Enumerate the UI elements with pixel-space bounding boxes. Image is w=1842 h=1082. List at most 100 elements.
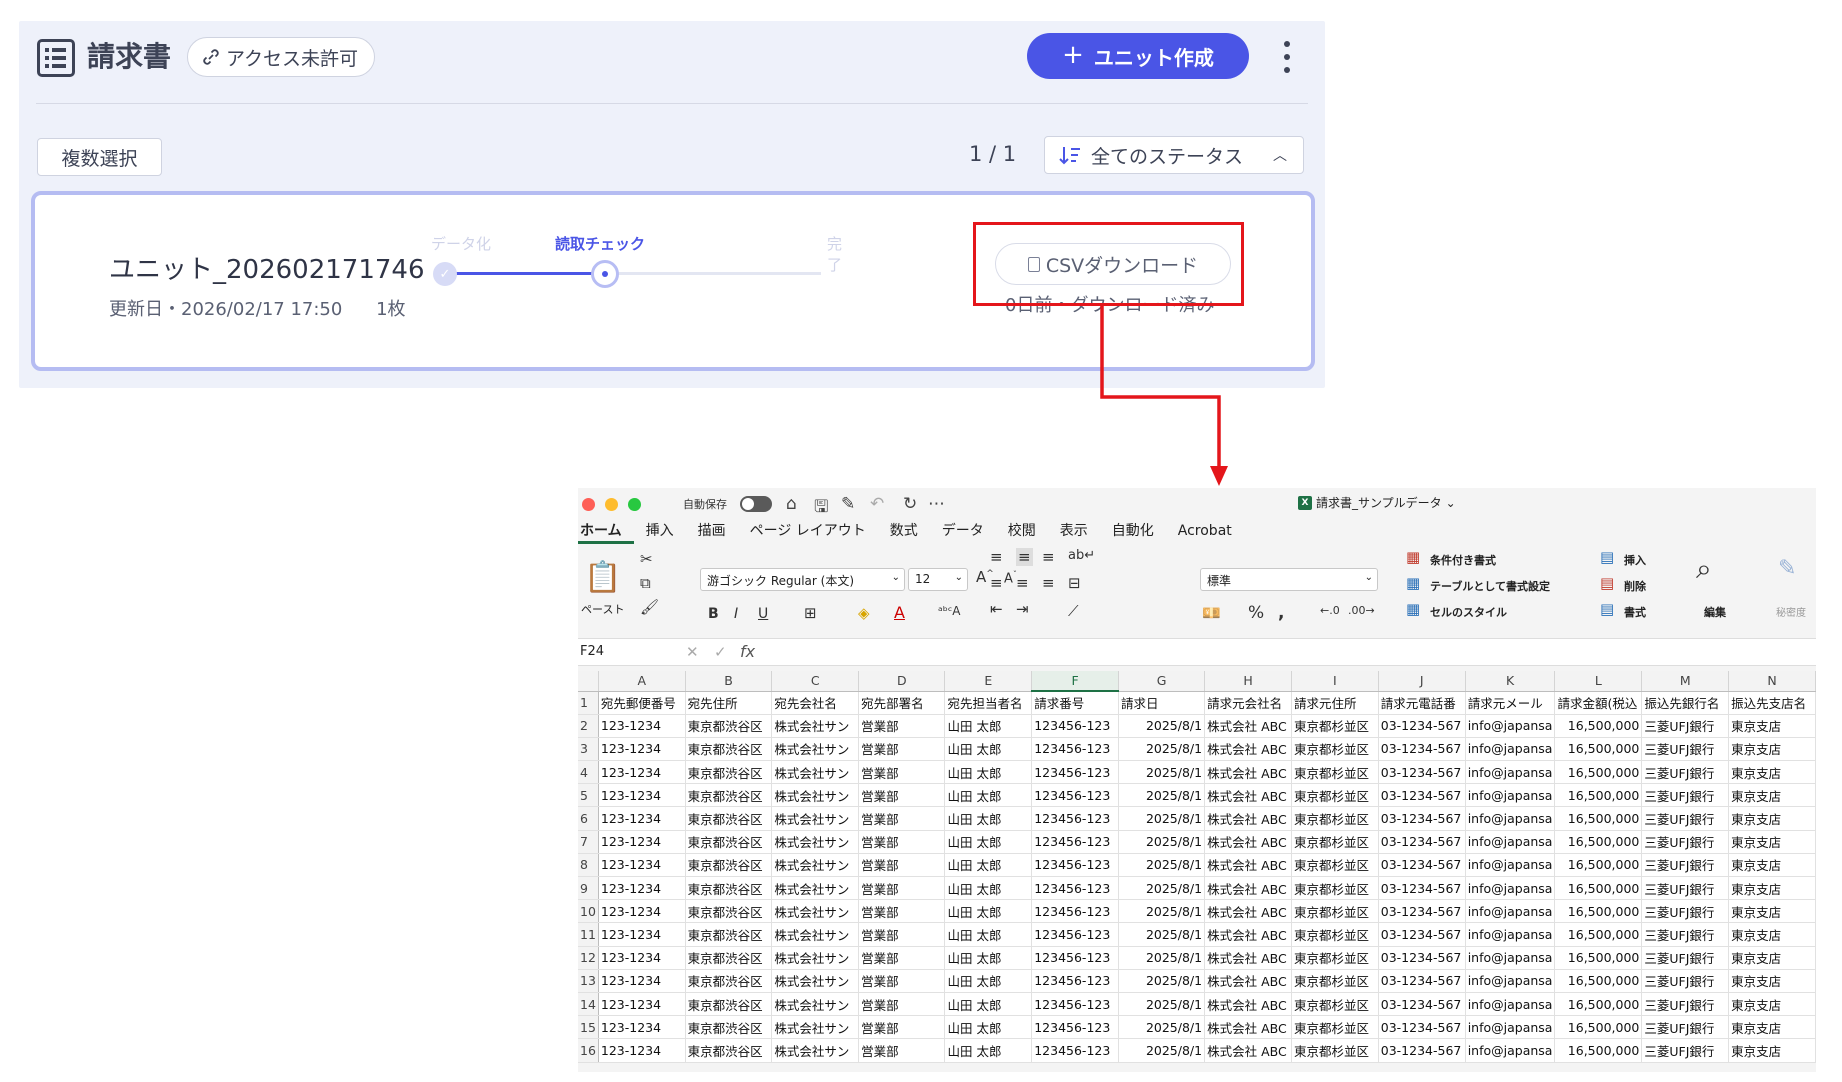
table-cell[interactable]: 営業部 (858, 922, 946, 947)
table-cell[interactable]: 123456-123 (1031, 899, 1119, 924)
table-cell[interactable]: 03-1234-567 (1378, 899, 1466, 924)
font-family-select[interactable]: 游ゴシック Regular (本文) ⌄ (700, 568, 905, 591)
table-cell[interactable]: 株式会社 ABC (1204, 992, 1292, 1017)
tab-review[interactable]: 校閲 (996, 520, 1048, 544)
row-header[interactable]: 15 (578, 1015, 599, 1040)
table-cell[interactable]: 03-1234-567 (1378, 783, 1466, 808)
sensitivity-icon[interactable]: ✎ (1778, 556, 1796, 581)
table-cell[interactable]: 16,500,000 (1554, 760, 1643, 785)
table-cell[interactable]: 東京都渋谷区 (685, 806, 773, 831)
column-header[interactable]: M (1641, 671, 1730, 692)
table-cell[interactable]: 請求元電話番 (1378, 691, 1466, 715)
decrease-indent-icon[interactable]: ⇤ (990, 600, 1003, 618)
table-cell[interactable]: 三菱UFJ銀行 (1641, 1038, 1730, 1063)
table-cell[interactable]: 山田 太郎 (944, 714, 1033, 738)
table-cell[interactable]: 営業部 (858, 899, 946, 924)
table-cell[interactable]: info@japansa (1465, 1015, 1556, 1040)
table-cell[interactable]: 123456-123 (1031, 737, 1119, 762)
tab-view[interactable]: 表示 (1048, 520, 1100, 544)
conditional-format-label[interactable]: 条件付き書式 (1430, 552, 1496, 568)
table-cell[interactable]: 03-1234-567 (1378, 760, 1466, 785)
table-cell[interactable]: info@japansa (1465, 783, 1556, 808)
table-cell[interactable]: 123-1234 (598, 899, 686, 924)
table-cell[interactable]: 123-1234 (598, 760, 686, 785)
table-cell[interactable]: 03-1234-567 (1378, 922, 1466, 947)
table-cell[interactable]: 山田 太郎 (944, 830, 1033, 854)
table-cell[interactable]: 東京都渋谷区 (685, 1038, 773, 1063)
table-cell[interactable]: 東京都渋谷区 (685, 783, 773, 808)
table-cell[interactable]: 東京都杉並区 (1291, 992, 1379, 1017)
table-cell[interactable]: 2025/8/1 (1118, 1038, 1206, 1063)
column-header[interactable]: J (1378, 671, 1466, 692)
undo-icon[interactable]: ↶ (870, 494, 884, 514)
table-cell[interactable]: 東京支店 (1728, 922, 1816, 947)
autosave-toggle[interactable] (740, 496, 772, 512)
table-cell[interactable]: 株式会社 ABC (1204, 946, 1292, 970)
table-cell[interactable]: 請求元住所 (1291, 691, 1379, 715)
comma-style-icon[interactable]: , (1278, 603, 1284, 623)
table-cell[interactable]: 123456-123 (1031, 922, 1119, 947)
table-cell[interactable]: 2025/8/1 (1118, 783, 1206, 808)
table-cell[interactable]: 東京都渋谷区 (685, 853, 773, 878)
table-cell[interactable]: 03-1234-567 (1378, 714, 1466, 738)
table-cell[interactable]: 2025/8/1 (1118, 714, 1206, 738)
table-cell[interactable]: 三菱UFJ銀行 (1641, 783, 1730, 808)
font-color-icon[interactable]: A (894, 603, 905, 622)
table-cell[interactable]: 山田 太郎 (944, 992, 1033, 1017)
font-size-select[interactable]: 12 ⌄ (908, 568, 968, 591)
table-cell[interactable]: 2025/8/1 (1118, 1015, 1206, 1040)
table-cell[interactable]: 2025/8/1 (1118, 876, 1206, 901)
table-cell[interactable]: 東京都杉並区 (1291, 876, 1379, 901)
tab-draw[interactable]: 描画 (686, 520, 738, 544)
merge-cells-icon[interactable]: ⊟ (1068, 574, 1081, 592)
decrease-decimal-icon[interactable]: .00→ (1348, 604, 1375, 617)
table-cell[interactable]: 東京都杉並区 (1291, 969, 1379, 993)
align-top-icon[interactable]: ≡ (990, 548, 1003, 566)
table-cell[interactable]: 営業部 (858, 714, 946, 738)
conditional-format-icon[interactable]: ▦ (1406, 548, 1420, 566)
row-header[interactable]: 4 (578, 760, 599, 785)
shrink-font-icon[interactable]: Aˇ (1004, 570, 1017, 586)
table-cell[interactable]: info@japansa (1465, 969, 1556, 993)
table-cell[interactable]: 東京支店 (1728, 992, 1816, 1017)
table-cell[interactable]: 東京支店 (1728, 946, 1816, 970)
column-header[interactable]: L (1554, 671, 1643, 692)
sensitivity-label[interactable]: 秘密度 (1776, 604, 1806, 619)
spreadsheet-table[interactable]: ABCDEFGHIJKLMN 1 宛先郵便番号 宛先住所 宛先会社名 宛先部署名 宛先担当… (578, 671, 1816, 1063)
table-cell[interactable]: 請求元会社名 (1204, 691, 1292, 715)
table-cell[interactable]: 東京支店 (1728, 737, 1816, 762)
table-cell[interactable]: 123-1234 (598, 969, 686, 993)
redo-icon[interactable]: ↻ (903, 494, 917, 514)
table-cell[interactable]: 三菱UFJ銀行 (1641, 992, 1730, 1017)
table-cell[interactable]: 三菱UFJ銀行 (1641, 1015, 1730, 1040)
format-cells-icon[interactable]: ▤ (1600, 600, 1614, 618)
table-cell[interactable]: 16,500,000 (1554, 1038, 1643, 1063)
increase-decimal-icon[interactable]: ←.0 (1320, 604, 1340, 617)
table-cell[interactable]: info@japansa (1465, 737, 1556, 762)
table-cell[interactable]: 株式会社 ABC (1204, 969, 1292, 993)
table-cell[interactable]: 16,500,000 (1554, 806, 1643, 831)
table-cell[interactable]: 東京都杉並区 (1291, 853, 1379, 878)
table-cell[interactable]: 株式会社 ABC (1204, 899, 1292, 924)
column-header[interactable]: G (1118, 671, 1206, 692)
table-cell[interactable]: 三菱UFJ銀行 (1641, 714, 1730, 738)
select-all-corner[interactable] (578, 671, 599, 692)
table-cell[interactable]: 請求金額(税込 (1554, 691, 1643, 715)
table-cell[interactable]: 123-1234 (598, 992, 686, 1017)
table-cell[interactable]: 東京都渋谷区 (685, 969, 773, 993)
paste-icon[interactable]: 📋 (584, 560, 621, 595)
table-cell[interactable]: 株式会社 ABC (1204, 737, 1292, 762)
spreadsheet-grid[interactable]: ABCDEFGHIJKLMN 1 宛先郵便番号 宛先住所 宛先会社名 宛先部署名 宛先担当… (578, 671, 1816, 1063)
row-header[interactable]: 1 (578, 691, 599, 715)
table-cell[interactable]: 16,500,000 (1554, 899, 1643, 924)
table-cell[interactable]: 株式会社サン (771, 899, 860, 924)
phonetic-icon[interactable]: ᵃᵇᶜA (938, 604, 961, 618)
column-header[interactable]: H (1204, 671, 1292, 692)
table-cell[interactable]: 16,500,000 (1554, 1015, 1643, 1040)
table-cell[interactable]: 営業部 (858, 946, 946, 970)
bold-icon[interactable]: B (708, 606, 719, 622)
cell-style-icon[interactable]: ▦ (1406, 600, 1420, 618)
table-cell[interactable]: 振込先銀行名 (1641, 691, 1730, 715)
table-cell[interactable]: 三菱UFJ銀行 (1641, 830, 1730, 854)
table-cell[interactable]: 東京都渋谷区 (685, 760, 773, 785)
